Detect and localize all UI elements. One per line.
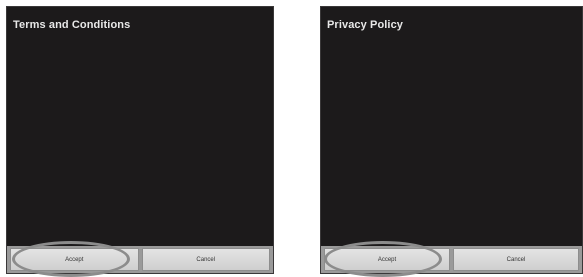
privacy-policy-dialog: Privacy Policy Accept Cancel [320, 6, 583, 274]
accept-button[interactable]: Accept [324, 248, 450, 271]
dialog-button-bar: Accept Cancel [321, 246, 582, 273]
dialog-button-bar: Accept Cancel [7, 246, 273, 273]
terms-and-conditions-dialog: Terms and Conditions Accept Cancel [6, 6, 274, 274]
cancel-button[interactable]: Cancel [141, 248, 270, 271]
accept-button[interactable]: Accept [10, 248, 139, 271]
cancel-button[interactable]: Cancel [453, 248, 579, 271]
stage: Terms and Conditions Accept Cancel Priva… [0, 0, 583, 277]
dialog-title: Terms and Conditions [13, 19, 131, 31]
dialog-title: Privacy Policy [327, 19, 404, 31]
